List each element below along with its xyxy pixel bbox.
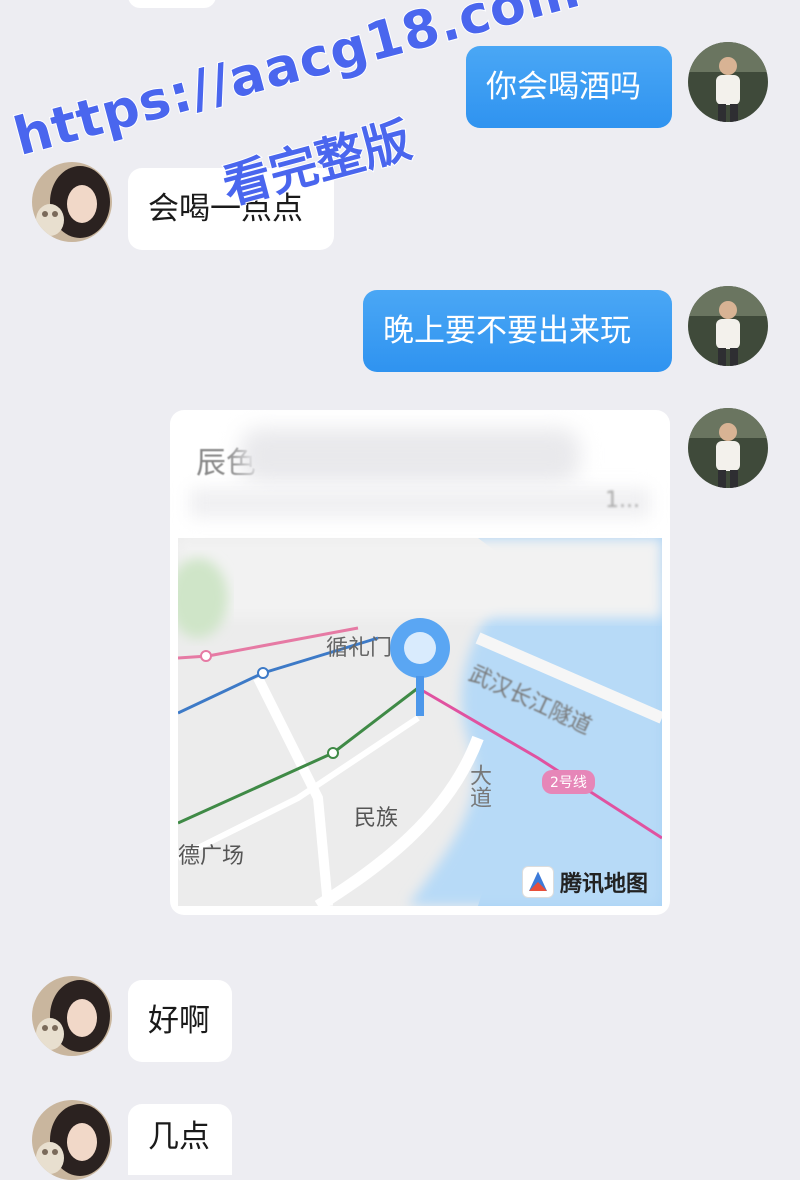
message-text: 几点	[148, 1119, 210, 1155]
avatar-contact[interactable]	[32, 976, 112, 1056]
tencent-map-logo-icon	[521, 866, 554, 898]
avatar-self[interactable]	[688, 286, 768, 366]
location-address-tail: 1...	[605, 488, 640, 513]
avatar-self[interactable]	[688, 408, 768, 488]
location-title-blurred	[240, 428, 580, 483]
map-label-xunlimen: 循礼门	[326, 636, 393, 661]
message-bubble-incoming[interactable]: 会喝一点点	[128, 168, 334, 250]
avatar-self-image	[688, 286, 768, 366]
message-bubble-outgoing[interactable]: 晚上要不要出来玩	[363, 290, 672, 372]
avatar-self-image	[688, 42, 768, 122]
message-text: 晚上要不要出来玩	[383, 312, 631, 349]
message-bubble-incoming[interactable]: 几点	[128, 1104, 232, 1175]
location-share-card[interactable]: 辰色 1... 循礼门 武汉长江隧道 大道 民族 德广场 2号线 腾讯地图	[170, 410, 670, 915]
metro-line-2-badge: 2号线	[542, 770, 595, 794]
avatar-self-image	[688, 408, 768, 488]
map-brand-label: 腾讯地图	[559, 872, 648, 897]
message-text: 会喝一点点	[148, 190, 303, 227]
avatar-contact[interactable]	[32, 1100, 112, 1180]
avatar-contact[interactable]	[32, 162, 112, 242]
map-label-road: 大道	[466, 764, 491, 808]
map-brand: 腾讯地图	[521, 866, 648, 898]
avatar-contact-image	[32, 162, 112, 242]
map-label-minzu: 民族	[354, 806, 399, 831]
avatar-self[interactable]	[688, 42, 768, 122]
previous-message-bubble[interactable]	[128, 0, 216, 8]
message-bubble-outgoing[interactable]: 你会喝酒吗	[466, 46, 672, 128]
location-address-blurred	[190, 488, 650, 518]
message-text: 你会喝酒吗	[486, 68, 641, 105]
map-label-square: 德广场	[178, 844, 245, 869]
message-bubble-incoming[interactable]: 好啊	[128, 980, 232, 1062]
avatar-contact-image	[32, 1100, 112, 1180]
message-text: 好啊	[148, 1002, 210, 1039]
map-preview[interactable]: 循礼门 武汉长江隧道 大道 民族 德广场 2号线 腾讯地图	[178, 538, 662, 906]
avatar-contact-image	[32, 976, 112, 1056]
